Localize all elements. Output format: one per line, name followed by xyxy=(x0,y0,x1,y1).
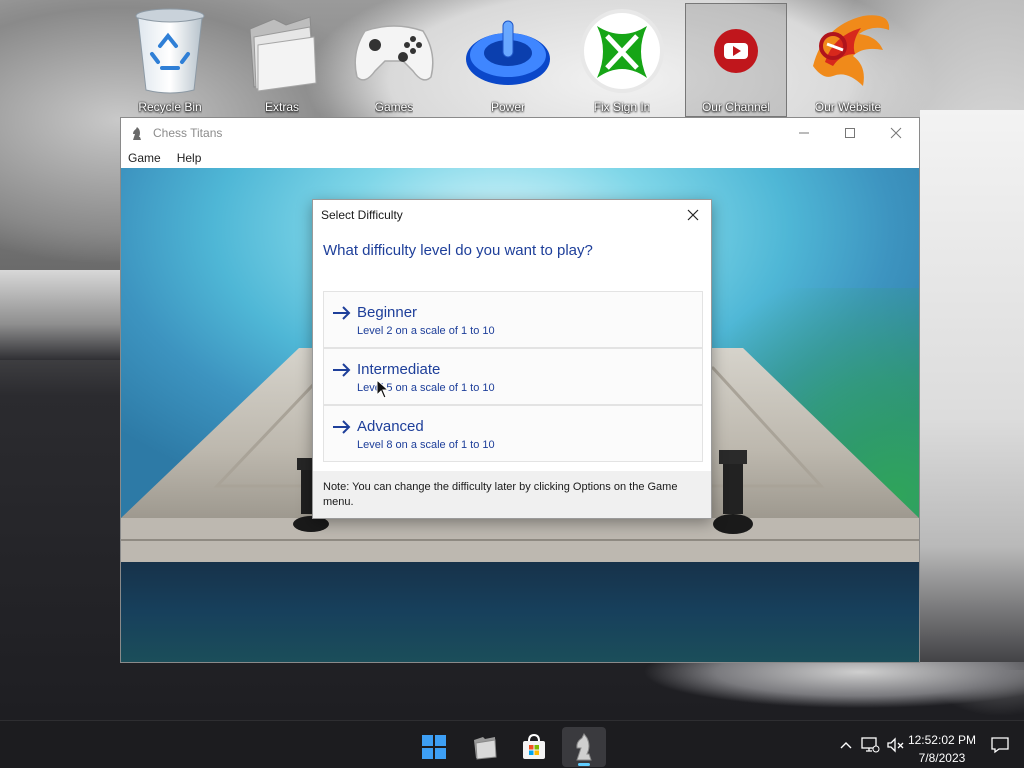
youtube-icon xyxy=(714,29,758,73)
xbox-icon xyxy=(580,9,664,93)
maximize-icon xyxy=(845,127,855,138)
dialog-title: Select Difficulty xyxy=(321,208,403,222)
dialog-close-button[interactable] xyxy=(681,204,705,226)
desktop-icon-label: Our Channel xyxy=(701,100,771,114)
notification-icon[interactable] xyxy=(990,736,1010,754)
desktop-icon-our-website[interactable]: Our Website xyxy=(798,4,898,116)
option-description: Level 2 on a scale of 1 to 10 xyxy=(357,325,495,337)
arrow-right-icon xyxy=(333,363,351,377)
menu-game[interactable]: Game xyxy=(128,151,161,165)
select-difficulty-dialog: Select Difficulty What difficulty level … xyxy=(312,199,712,519)
option-name: Beginner xyxy=(357,304,418,321)
difficulty-option-beginner[interactable]: Beginner Level 2 on a scale of 1 to 10 xyxy=(323,291,703,348)
dialog-note: Note: You can change the difficulty late… xyxy=(313,471,711,518)
chevron-up-icon[interactable] xyxy=(836,736,856,754)
desktop-icon-label: Recycle Bin xyxy=(138,100,202,114)
power-icon xyxy=(466,20,550,85)
option-name: Intermediate xyxy=(357,361,441,378)
menu-bar: Game Help xyxy=(121,147,919,168)
maximize-button[interactable] xyxy=(827,118,873,147)
desktop-icon-extras[interactable]: Extras xyxy=(232,4,332,116)
taskbar-file-explorer[interactable] xyxy=(463,727,507,767)
black-rook-right-icon xyxy=(713,450,753,534)
desktop-icon-power[interactable]: Power xyxy=(458,4,558,116)
network-icon[interactable] xyxy=(860,736,880,754)
close-button[interactable] xyxy=(873,118,919,147)
start-icon xyxy=(422,735,446,759)
option-description: Level 8 on a scale of 1 to 10 xyxy=(357,439,495,451)
wallpaper-shape xyxy=(0,270,120,360)
desktop-icon-our-channel[interactable]: Our Channel xyxy=(685,3,787,117)
window-titlebar[interactable]: Chess Titans xyxy=(121,118,919,147)
taskbar-chess-titans[interactable] xyxy=(562,727,606,767)
clock-time: 12:52:02 PM xyxy=(907,733,976,747)
desktop-icon-recycle-bin[interactable]: Recycle Bin xyxy=(120,4,220,116)
arrow-right-icon xyxy=(333,420,351,434)
desktop-icon-label: Our Website xyxy=(814,100,882,114)
minimize-button[interactable] xyxy=(781,118,827,147)
chess-knight-icon xyxy=(133,126,141,140)
desktop-icon-games[interactable]: Games xyxy=(344,4,444,116)
store-icon xyxy=(523,733,545,759)
menu-help[interactable]: Help xyxy=(177,151,202,165)
chess-titans-icon xyxy=(576,733,592,761)
desktop-icon-fix-sign-in[interactable]: Fix Sign In xyxy=(572,4,672,116)
mouse-pointer-icon xyxy=(376,379,390,399)
arrow-right-icon xyxy=(333,306,351,320)
close-icon xyxy=(687,209,699,221)
desktop-icon-label: Power xyxy=(490,100,525,114)
file-explorer-icon xyxy=(474,737,497,760)
folder-icon xyxy=(249,16,317,92)
taskbar: 12:52:02 PM 7/8/2023 xyxy=(0,720,1024,768)
active-indicator xyxy=(578,763,590,766)
volume-muted-icon[interactable] xyxy=(886,736,906,754)
taskbar-clock[interactable]: 12:52:02 PM 7/8/2023 xyxy=(908,731,976,767)
desktop-icon-label: Games xyxy=(374,100,414,114)
dialog-question: What difficulty level do you want to pla… xyxy=(323,242,593,259)
taskbar-store[interactable] xyxy=(512,727,556,767)
recycle-bin-icon xyxy=(135,8,205,94)
phoenix-logo-icon xyxy=(813,15,890,86)
desktop-icons: Recycle Bin Extras Games Power Fix Sign … xyxy=(112,3,912,117)
close-icon xyxy=(890,127,902,138)
start-button[interactable] xyxy=(412,727,456,767)
difficulty-option-advanced[interactable]: Advanced Level 8 on a scale of 1 to 10 xyxy=(323,405,703,462)
clock-date: 7/8/2023 xyxy=(918,751,966,765)
game-controller-icon xyxy=(354,25,434,81)
option-name: Advanced xyxy=(357,418,424,435)
minimize-icon xyxy=(799,132,809,133)
desktop-icon-label: Extras xyxy=(264,100,299,114)
desktop-icon-label: Fix Sign In xyxy=(593,100,651,114)
window-title: Chess Titans xyxy=(153,125,223,140)
wallpaper-shape xyxy=(920,110,1024,670)
wallpaper-shape xyxy=(560,662,1024,720)
scene-floor xyxy=(121,562,919,662)
